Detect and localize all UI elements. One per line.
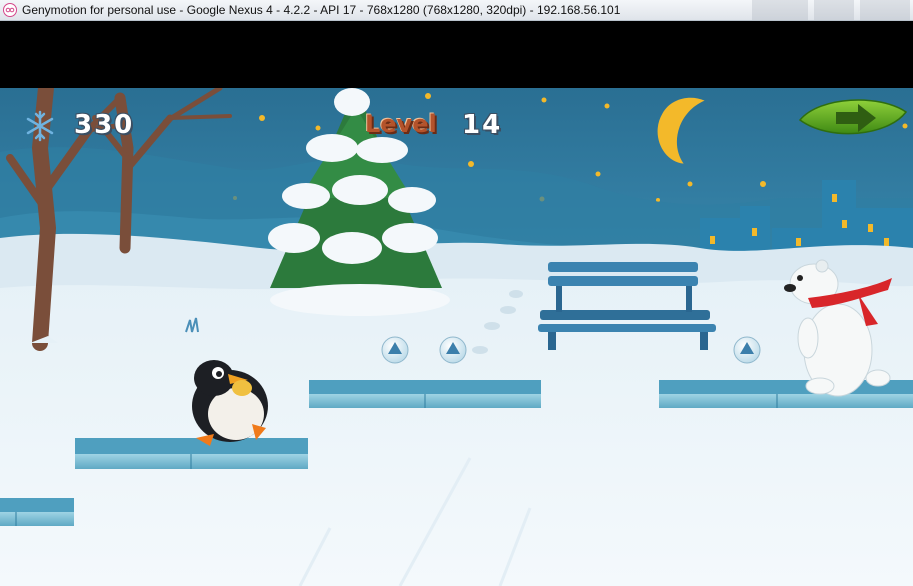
emulator-status-area [0,21,913,88]
level-label: Level [365,110,437,138]
ice-platform [0,498,74,526]
snow-field-front [0,278,913,586]
ice-platform [75,438,308,469]
window-close-button[interactable] [860,0,910,20]
ice-platform [309,380,541,408]
score-counter: 330 [74,110,135,140]
window-titlebar[interactable]: Genymotion for personal use - Google Nex… [0,0,913,21]
window-title: Genymotion for personal use - Google Nex… [22,3,621,17]
level-number: 14 [462,110,503,140]
genymotion-app-icon [3,3,17,17]
window-minimize-button[interactable] [752,0,808,20]
game-scene [0,88,913,586]
snow-globe-collectible [439,336,467,364]
game-canvas[interactable]: 330 Level 14 [0,88,913,586]
snow-globe-collectible [733,336,761,364]
snow-globe-collectible [381,336,409,364]
window-maximize-button[interactable] [814,0,854,20]
